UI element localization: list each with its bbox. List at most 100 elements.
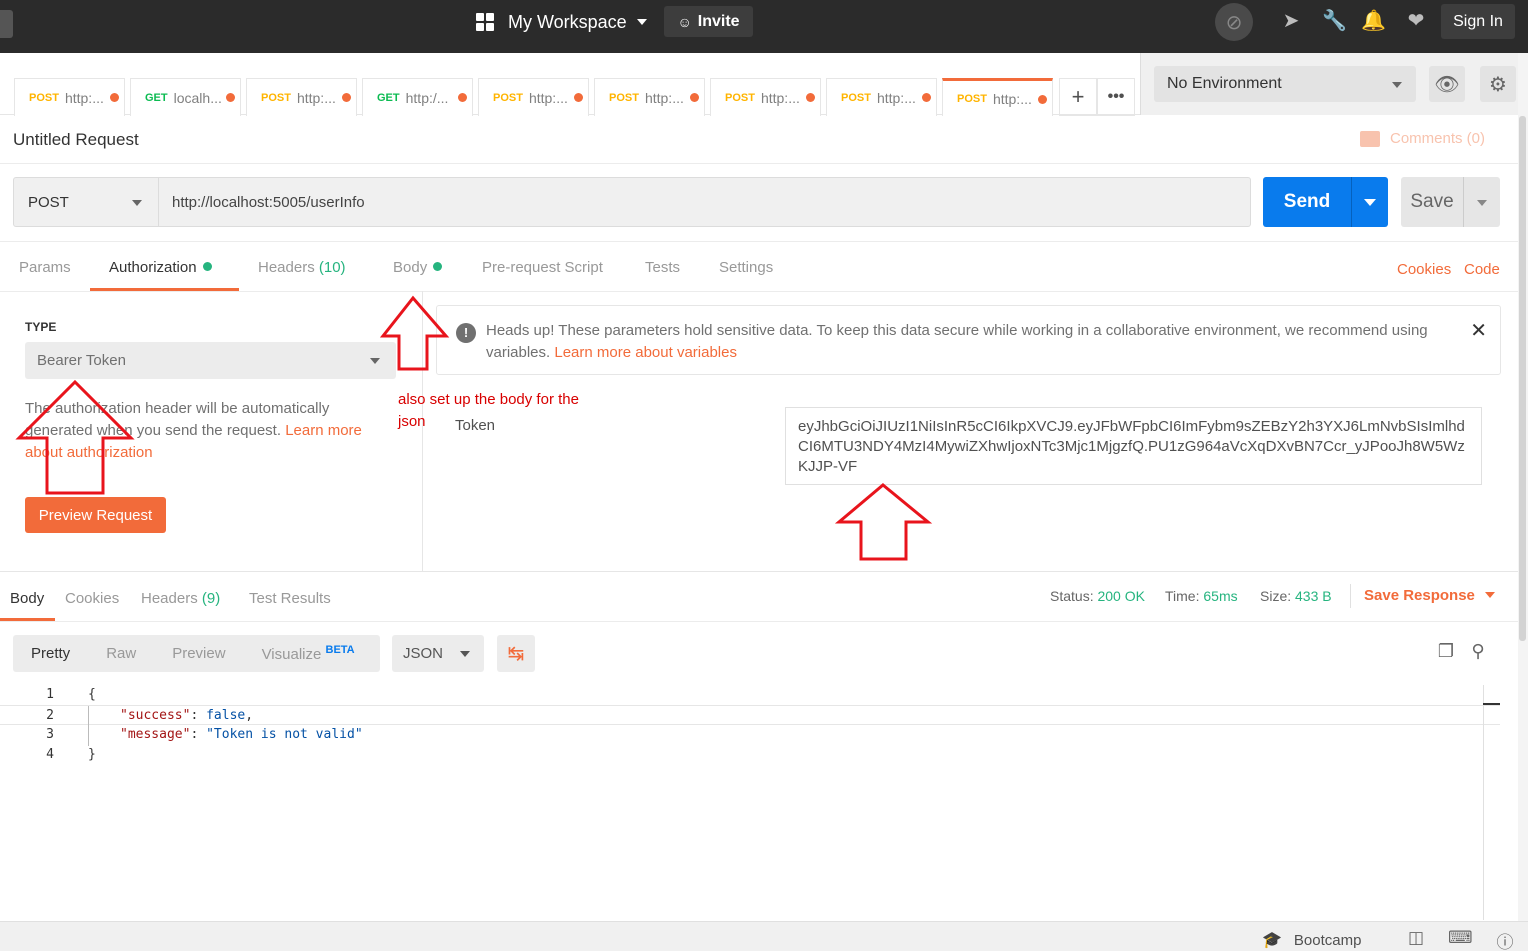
view-visualize[interactable]: Visualize BETA bbox=[244, 644, 373, 663]
tab-request-7[interactable]: POST http:... bbox=[710, 78, 821, 116]
more-tabs-button[interactable]: ••• bbox=[1097, 78, 1135, 116]
page-scroll-thumb[interactable] bbox=[1519, 116, 1526, 641]
copy-icon[interactable]: ❐ bbox=[1435, 641, 1457, 663]
format-select[interactable]: JSON bbox=[392, 635, 484, 672]
new-tab-button[interactable]: + bbox=[1059, 78, 1097, 116]
bootcamp-button[interactable]: 🎓 Bootcamp bbox=[1262, 930, 1361, 950]
graduation-cap-icon: 🎓 bbox=[1262, 932, 1282, 949]
tab-label: http:... bbox=[644, 89, 684, 106]
save-options-dropdown[interactable] bbox=[1463, 177, 1500, 227]
unsaved-dot bbox=[806, 93, 815, 102]
wrap-icon: ↹ bbox=[507, 643, 525, 665]
close-icon[interactable]: ✕ bbox=[1470, 320, 1487, 342]
code-text: { bbox=[88, 687, 96, 702]
tab-authorization[interactable]: Authorization bbox=[90, 259, 239, 291]
comments-button[interactable]: Comments (0) bbox=[1360, 130, 1485, 147]
response-tab-cookies[interactable]: Cookies bbox=[65, 590, 119, 621]
chevron-down-icon bbox=[1484, 592, 1495, 598]
sync-off-icon[interactable]: ⊘ bbox=[1215, 3, 1253, 41]
wrench-icon[interactable]: 🔧 bbox=[1322, 9, 1347, 33]
tab-request-1[interactable]: POST http:... bbox=[14, 78, 125, 116]
satellite-icon[interactable]: ➤ bbox=[1279, 9, 1303, 33]
tab-method: POST bbox=[29, 91, 59, 104]
code-link[interactable]: Code bbox=[1464, 261, 1500, 278]
bell-icon[interactable]: 🔔 bbox=[1361, 9, 1386, 33]
invite-button[interactable]: ☺ Invite bbox=[664, 6, 753, 37]
plus-icon: + bbox=[1071, 84, 1085, 109]
tab-body[interactable]: Body bbox=[393, 259, 443, 291]
tab-request-4[interactable]: GET http:/... bbox=[362, 78, 473, 116]
request-title[interactable]: Untitled Request bbox=[13, 130, 139, 150]
gear-icon: ⚙ bbox=[1489, 73, 1507, 96]
auth-description-text: The authorization header will be automat… bbox=[25, 400, 330, 439]
tab-request-5[interactable]: POST http:... bbox=[478, 78, 589, 116]
tab-request-3[interactable]: POST http:... bbox=[246, 78, 357, 116]
environment-value: No Environment bbox=[1167, 75, 1282, 92]
top-bar: My Workspace ☺ Invite ⊘ ➤ 🔧 🔔 ❤ Sign In bbox=[0, 0, 1528, 53]
status-dot bbox=[433, 262, 443, 271]
sign-in-button[interactable]: Sign In bbox=[1441, 4, 1515, 39]
view-raw[interactable]: Raw bbox=[88, 645, 154, 662]
save-button[interactable]: Save bbox=[1401, 177, 1463, 227]
manage-environments-button[interactable]: ⚙ bbox=[1480, 66, 1516, 102]
heart-icon[interactable]: ❤ bbox=[1404, 9, 1428, 33]
request-tabs-bar: POST http:... GET localh... POST http:... GET h… bbox=[0, 53, 1140, 116]
preview-request-button[interactable]: Preview Request bbox=[25, 497, 166, 533]
method-value: POST bbox=[28, 193, 69, 211]
beta-badge: BETA bbox=[325, 644, 355, 656]
environment-quick-look-button[interactable]: 👁 bbox=[1429, 66, 1465, 102]
tab-label: http:... bbox=[992, 90, 1032, 107]
tab-headers[interactable]: Headers (10) bbox=[258, 259, 346, 291]
status-label: Status: bbox=[1050, 588, 1094, 604]
code-line: 2 "success": false, bbox=[0, 705, 1500, 725]
json-key: "success" bbox=[120, 708, 191, 723]
keyboard-shortcuts-icon[interactable]: ⌨ bbox=[1448, 928, 1473, 950]
two-pane-view-icon[interactable]: ◫ bbox=[1405, 928, 1427, 950]
response-tab-body[interactable]: Body bbox=[0, 590, 55, 621]
sidebar-toggle[interactable] bbox=[0, 10, 13, 38]
tab-pre-request-script[interactable]: Pre-request Script bbox=[482, 259, 603, 291]
response-tab-headers[interactable]: Headers (9) bbox=[141, 590, 220, 621]
tab-params[interactable]: Params bbox=[19, 259, 71, 291]
code-line: 3 "message": "Token is not valid" bbox=[0, 725, 1500, 745]
status-value: 200 OK bbox=[1097, 588, 1145, 604]
wrap-lines-button[interactable]: ↹ bbox=[497, 635, 535, 672]
chevron-down-icon bbox=[460, 651, 470, 657]
search-icon[interactable]: ⚲ bbox=[1467, 641, 1489, 663]
send-button[interactable]: Send bbox=[1263, 177, 1351, 227]
tab-request-9[interactable]: POST http:... bbox=[942, 78, 1053, 116]
view-preview[interactable]: Preview bbox=[154, 645, 243, 662]
tab-tests[interactable]: Tests bbox=[645, 259, 680, 291]
learn-more-variables-link[interactable]: Learn more about variables bbox=[554, 344, 737, 361]
tab-label: Authorization bbox=[109, 259, 197, 276]
workspace-switcher[interactable]: My Workspace bbox=[476, 10, 647, 34]
url-input[interactable]: http://localhost:5005/userInfo bbox=[158, 177, 1251, 227]
ellipsis-icon: ••• bbox=[1107, 88, 1125, 105]
tab-request-6[interactable]: POST http:... bbox=[594, 78, 705, 116]
method-select[interactable]: POST bbox=[13, 177, 159, 227]
unsaved-dot bbox=[110, 93, 119, 102]
save-response-button[interactable]: Save Response bbox=[1364, 587, 1495, 604]
size-readout: Size: 433 B bbox=[1260, 588, 1332, 604]
time-label: Time: bbox=[1165, 588, 1200, 604]
tab-settings[interactable]: Settings bbox=[719, 259, 773, 291]
unsaved-dot bbox=[690, 93, 699, 102]
view-pretty[interactable]: Pretty bbox=[13, 645, 88, 662]
auth-type-select[interactable]: Bearer Token bbox=[25, 342, 396, 379]
chevron-down-icon bbox=[370, 358, 380, 364]
token-input[interactable]: eyJhbGciOiJIUzI1NiIsInR5cCI6IkpXVCJ9.eyJ… bbox=[785, 407, 1482, 485]
cookies-link[interactable]: Cookies bbox=[1397, 261, 1451, 278]
response-tab-test-results[interactable]: Test Results bbox=[249, 590, 331, 621]
tab-method: GET bbox=[145, 91, 168, 104]
send-options-dropdown[interactable] bbox=[1351, 177, 1388, 227]
comment-icon bbox=[1360, 130, 1380, 147]
help-icon[interactable]: ⓘ bbox=[1494, 928, 1516, 951]
environment-select[interactable]: No Environment bbox=[1154, 66, 1416, 102]
tab-request-2[interactable]: GET localh... bbox=[130, 78, 241, 116]
tab-request-8[interactable]: POST http:... bbox=[826, 78, 937, 116]
workspace-grid-icon bbox=[476, 13, 494, 31]
tab-method: GET bbox=[377, 91, 400, 104]
auth-type-value: Bearer Token bbox=[37, 352, 126, 369]
tab-label: http:... bbox=[296, 89, 336, 106]
code-scrollbar[interactable] bbox=[1483, 685, 1484, 920]
